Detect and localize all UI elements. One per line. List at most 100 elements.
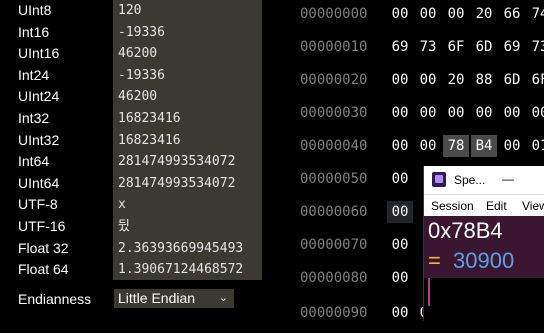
data-inspector-panel: UInt8 120 Int16 -19336 UInt16 46200 Int2… (0, 0, 276, 321)
inspector-row-int24: Int24 -19336 (0, 65, 276, 87)
menu-session[interactable]: Session (431, 195, 474, 217)
hex-byte[interactable]: 20 (443, 69, 469, 91)
inspector-row-utf16: UTF-16 뒸 (0, 216, 276, 238)
inspector-label: Float 64 (18, 261, 69, 278)
hex-byte-cursor[interactable]: 00 (387, 201, 413, 223)
equals-sign: = (428, 248, 441, 273)
hex-byte[interactable]: 69 (387, 36, 413, 58)
hex-row: 00000030 00 00 00 00 00 00 (276, 99, 544, 133)
menu-bar: Session Edit View (424, 194, 544, 217)
hex-offset: 00000090 (300, 305, 368, 321)
endianness-select[interactable]: Little Endian ⌄ (114, 289, 234, 308)
inspector-value[interactable]: 16823416 (118, 130, 260, 152)
inspector-value[interactable]: 46200 (118, 86, 260, 108)
hex-byte[interactable]: 00 (499, 135, 525, 157)
hex-byte[interactable]: 00 (527, 102, 544, 124)
inspector-value[interactable]: 뒸 (118, 216, 260, 238)
hex-offset: 00000070 (300, 237, 368, 253)
hex-byte[interactable]: 6D (499, 69, 525, 91)
inspector-value[interactable]: 1.39067124468572 (118, 259, 260, 281)
hex-byte[interactable]: 88 (471, 69, 497, 91)
hex-byte[interactable]: 74 (527, 3, 544, 25)
inspector-value[interactable]: 281474993534072 (118, 173, 260, 195)
input-cursor[interactable] (428, 278, 430, 306)
hex-byte[interactable]: 00 (415, 135, 441, 157)
hex-byte[interactable]: 00 (415, 102, 441, 124)
window-title: Spe... (454, 173, 486, 187)
minimize-button[interactable]: — (502, 166, 514, 192)
inspector-label: Float 32 (18, 239, 69, 256)
menu-view[interactable]: View (522, 195, 544, 217)
inspector-row-float32: Float 32 2.36393669945493 (0, 238, 276, 260)
speedcrunch-window[interactable]: Spe... — Session Edit View 0x78B4 = 3090… (423, 166, 544, 321)
hex-byte[interactable]: 00 (471, 102, 497, 124)
hex-byte-selected[interactable]: 78 (443, 135, 469, 157)
hex-row: 00000040 00 00 78 B4 00 01 (276, 132, 544, 166)
window-titlebar[interactable]: Spe... — (424, 166, 544, 194)
hex-byte[interactable]: 00 (415, 69, 441, 91)
hex-byte[interactable]: 6D (471, 36, 497, 58)
inspector-row-uint8: UInt8 120 (0, 0, 276, 22)
hex-byte[interactable]: 00 (387, 267, 413, 289)
result-value: 30900 (453, 248, 515, 273)
inspector-row-utf8: UTF-8 x (0, 194, 276, 216)
hex-byte[interactable]: 01 (527, 135, 544, 157)
hex-byte[interactable]: 66 (499, 3, 525, 25)
hex-offset: 00000010 (300, 39, 368, 55)
inspector-row-uint24: UInt24 46200 (0, 86, 276, 108)
inspector-value[interactable]: x (118, 194, 260, 216)
hex-byte[interactable]: 00 (499, 102, 525, 124)
hex-byte[interactable]: 00 (387, 69, 413, 91)
inspector-value[interactable]: 46200 (118, 43, 260, 65)
inspector-label: UInt8 (18, 2, 52, 18)
hex-byte[interactable]: 00 (443, 102, 469, 124)
inspector-label: Int16 (18, 23, 50, 40)
hex-byte[interactable]: 20 (471, 3, 497, 25)
hex-byte[interactable]: 00 (387, 3, 413, 25)
hex-byte[interactable]: 6F (443, 36, 469, 58)
endianness-label: Endianness (18, 291, 92, 307)
inspector-value[interactable]: 2.36393669945493 (118, 238, 260, 260)
endianness-value: Little Endian (118, 290, 196, 306)
hex-offset: 00000030 (300, 105, 368, 121)
app-icon (432, 172, 446, 187)
inspector-row-int32: Int32 16823416 (0, 108, 276, 130)
hex-offset: 00000020 (300, 72, 368, 88)
inspector-row-int16: Int16 -19336 (0, 22, 276, 44)
hex-byte[interactable]: 00 (443, 3, 469, 25)
hex-byte[interactable]: 00 (387, 168, 413, 190)
hex-byte-selected[interactable]: B4 (471, 135, 497, 157)
inspector-value[interactable]: 120 (118, 0, 260, 22)
hex-byte[interactable]: 73 (527, 36, 544, 58)
inspector-row-uint64: UInt64 281474993534072 (0, 173, 276, 195)
inspector-row-float64: Float 64 1.39067124468572 (0, 259, 276, 281)
hex-byte[interactable]: 69 (499, 36, 525, 58)
inspector-row-int64: Int64 281474993534072 (0, 151, 276, 173)
hex-row: 00000000 00 00 00 20 66 74 (276, 0, 544, 34)
hex-byte[interactable]: 00 (387, 102, 413, 124)
hex-offset: 00000080 (300, 270, 368, 286)
hex-offset: 00000040 (300, 138, 368, 154)
inspector-value[interactable]: 16823416 (118, 108, 260, 130)
inspector-value[interactable]: 281474993534072 (118, 151, 260, 173)
inspector-label: UInt64 (18, 174, 60, 191)
hex-row: 00000010 69 73 6F 6D 69 73 (276, 33, 544, 67)
inspector-value[interactable]: -19336 (118, 65, 260, 87)
inspector-value[interactable]: -19336 (118, 22, 260, 44)
menu-edit[interactable]: Edit (486, 195, 507, 217)
hex-byte[interactable]: 00 (387, 234, 413, 256)
hex-row: 00000020 00 00 20 88 6D 6F (276, 66, 544, 100)
hex-byte[interactable]: 00 (415, 3, 441, 25)
inspector-label: UTF-16 (18, 218, 66, 234)
inspector-label: Int64 (18, 153, 50, 170)
inspector-label: UInt32 (18, 131, 60, 148)
inspector-label: Int24 (18, 66, 50, 83)
hex-byte[interactable]: 6F (527, 69, 544, 91)
inspector-label: UTF-8 (18, 196, 58, 213)
hex-offset: 00000050 (300, 171, 368, 187)
inspector-row-uint32: UInt32 16823416 (0, 130, 276, 152)
hex-byte[interactable]: 73 (415, 36, 441, 58)
hex-offset: 00000060 (300, 204, 368, 220)
hex-byte[interactable]: 00 (387, 135, 413, 157)
inspector-label: Int32 (18, 110, 50, 126)
